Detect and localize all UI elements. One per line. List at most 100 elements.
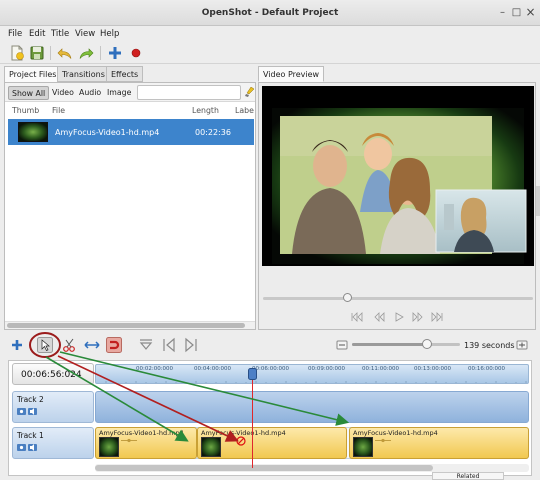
play-icon[interactable] (393, 312, 405, 322)
snap-tool-icon[interactable] (106, 337, 122, 353)
filter-search-input[interactable] (137, 85, 241, 100)
track-header-1[interactable]: Track 1 (12, 427, 94, 459)
window-title: OpenShot - Default Project (201, 8, 339, 18)
zoom-slider-knob[interactable] (422, 339, 432, 349)
video-preview-panel (258, 82, 536, 330)
preview-seek-track[interactable] (263, 297, 533, 300)
clip-keyframe-icon (375, 438, 391, 443)
menu-edit[interactable]: Edit (29, 29, 45, 39)
clip-thumbnail (99, 437, 119, 457)
menu-file[interactable]: File (8, 29, 22, 39)
zoom-seconds-label: 139 seconds (464, 341, 515, 350)
razor-tool-icon[interactable] (62, 337, 78, 353)
file-row[interactable]: AmyFocus-Video1-hd.mp4 00:22:36 (8, 119, 254, 145)
file-name: AmyFocus-Video1-hd.mp4 (55, 128, 160, 137)
related-tab[interactable]: Related (432, 472, 504, 480)
current-time-display: 00:06:56:024 (12, 363, 94, 385)
previous-marker-icon[interactable] (161, 337, 177, 353)
clip-name: AmyFocus-Video1-hd.mp4 (353, 429, 438, 437)
add-track-icon[interactable] (9, 337, 25, 353)
ruler-label: 00:11:00:000 (362, 366, 400, 372)
save-project-icon[interactable] (29, 45, 45, 61)
ruler-label: 00:13:00:000 (414, 366, 452, 372)
zoom-in-icon[interactable] (514, 337, 530, 353)
maximize-icon[interactable]: □ (511, 7, 522, 18)
timeline-panel: 00:06:56:024 00:02:00:000 00:04:00:000 0… (8, 360, 532, 476)
main-toolbar (0, 42, 540, 64)
file-thumbnail (18, 122, 48, 142)
jump-end-icon[interactable] (431, 312, 443, 322)
timeline-clip[interactable]: AmyFocus-Video1-hd.mp4 (349, 427, 529, 459)
video-frame-image (262, 86, 534, 266)
resize-tool-icon[interactable] (84, 337, 100, 353)
minimize-icon[interactable]: – (497, 7, 508, 18)
column-label[interactable]: Labe (235, 106, 254, 115)
next-marker-icon[interactable] (183, 337, 199, 353)
arrow-tool-icon[interactable] (37, 337, 53, 353)
close-icon[interactable]: × (525, 6, 536, 18)
tab-video-preview[interactable]: Video Preview (258, 66, 325, 82)
filter-audio-button[interactable]: Audio (76, 86, 104, 100)
column-thumb[interactable]: Thumb (12, 106, 39, 115)
menu-help[interactable]: Help (100, 29, 119, 39)
ruler-label: 00:04:00:000 (194, 366, 232, 372)
ruler-label: 00:09:00:000 (308, 366, 346, 372)
toolbar-separator (100, 46, 101, 60)
track-header-2[interactable]: Track 2 (12, 391, 94, 423)
file-length: 00:22:36 (195, 128, 231, 137)
zoom-out-icon[interactable] (334, 337, 350, 353)
ruler-label: 00:02:00:000 (136, 366, 174, 372)
tab-effects[interactable]: Effects (106, 66, 144, 82)
fast-forward-icon[interactable] (412, 312, 424, 322)
playhead-line[interactable] (252, 368, 253, 468)
filter-image-button[interactable]: Image (104, 86, 134, 100)
filter-show-all-button[interactable]: Show All (8, 86, 50, 100)
ruler-label: 00:06:00:000 (252, 366, 290, 372)
rewind-icon[interactable] (373, 312, 385, 322)
tab-project-files[interactable]: Project Files (4, 66, 62, 83)
record-icon[interactable] (128, 45, 144, 61)
filter-bar: Show All Video Audio Image (5, 83, 255, 102)
clip-name: AmyFocus-Video1-hd.mp4 (99, 429, 184, 437)
marker-icon[interactable] (138, 337, 154, 353)
track-name: Track 2 (17, 395, 44, 404)
timeline-clip[interactable]: AmyFocus-Video1-hd.mp4 (95, 427, 197, 459)
openshot-window: OpenShot - Default Project – □ × File Ed… (0, 0, 540, 480)
track-visibility-icon[interactable] (17, 444, 39, 451)
files-horizontal-scrollbar[interactable] (5, 321, 255, 329)
clip-thumbnail (353, 437, 373, 457)
preview-seek-knob[interactable] (343, 293, 352, 302)
timeline-ruler[interactable]: 00:02:00:000 00:04:00:000 00:06:00:000 0… (95, 364, 529, 384)
timeline-clip[interactable]: AmyFocus-Video1-hd.mp4 (197, 427, 347, 459)
title-bar: OpenShot - Default Project – □ × (0, 0, 540, 26)
menu-title[interactable]: Title (51, 29, 69, 39)
track-lane-2[interactable] (95, 391, 529, 423)
column-file[interactable]: File (52, 106, 65, 115)
menu-view[interactable]: View (75, 29, 95, 39)
scrollbar-thumb[interactable] (7, 323, 245, 328)
track-name: Track 1 (17, 431, 44, 440)
column-length[interactable]: Length (192, 106, 219, 115)
toolbar-separator (50, 46, 51, 60)
current-time: 00:06:56:024 (21, 370, 82, 380)
window-edge-fragment (536, 186, 540, 216)
zoom-slider-fill (352, 343, 428, 346)
jump-start-icon[interactable] (351, 312, 363, 322)
redo-icon[interactable] (78, 45, 94, 61)
track-visibility-icon[interactable] (17, 408, 39, 415)
menu-bar: File Edit Title View Help (0, 26, 540, 42)
timeline-horizontal-scrollbar[interactable] (95, 464, 529, 472)
tab-transitions[interactable]: Transitions (57, 66, 110, 82)
clip-thumbnail (201, 437, 221, 457)
add-files-icon[interactable] (107, 45, 123, 61)
zoom-slider-track[interactable] (352, 343, 460, 346)
new-project-icon[interactable] (9, 45, 25, 61)
project-files-panel: Show All Video Audio Image Thumb File Le… (4, 82, 256, 330)
video-frame (262, 86, 534, 266)
clear-filter-icon[interactable] (245, 87, 254, 97)
scrollbar-thumb[interactable] (95, 465, 433, 471)
filter-video-button[interactable]: Video (49, 86, 77, 100)
undo-icon[interactable] (57, 45, 73, 61)
playhead-handle[interactable] (248, 368, 257, 380)
clip-keyframe-icon (121, 438, 137, 443)
